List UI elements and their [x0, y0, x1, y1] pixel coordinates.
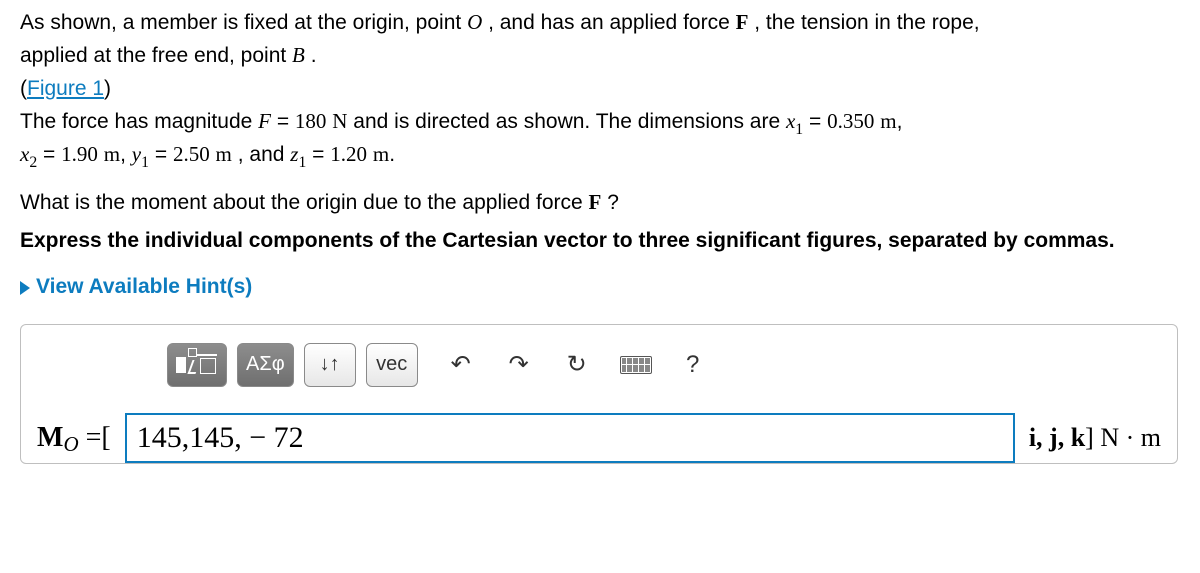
- answer-rhs: i, j, k] N · m: [1029, 420, 1161, 455]
- redo-button[interactable]: ↷: [504, 353, 534, 377]
- x1-value: 0.350: [827, 109, 874, 133]
- unit-m: m: [104, 142, 120, 166]
- close-bracket: ]: [1085, 423, 1100, 452]
- F-value: 180: [295, 109, 327, 133]
- text: applied at the free end, point: [20, 44, 292, 67]
- point-O: O: [467, 10, 482, 34]
- unit-N: N: [332, 109, 347, 133]
- sub-1: 1: [795, 121, 803, 138]
- answer-value: 145,145, − 72: [137, 418, 304, 459]
- sub-2: 2: [29, 154, 37, 171]
- and: , and: [238, 143, 291, 166]
- comma: ,: [897, 110, 903, 133]
- text: What is the moment about the origin due …: [20, 191, 589, 214]
- equals: =: [809, 110, 827, 133]
- undo-button[interactable]: ↶: [446, 353, 476, 377]
- fraction-icon: [176, 357, 186, 373]
- equals: =: [312, 143, 330, 166]
- text: ?: [607, 191, 619, 214]
- answer-input[interactable]: 145,145, − 72: [125, 413, 1015, 463]
- vec-button[interactable]: vec: [366, 343, 418, 387]
- text: and is directed as shown. The dimensions…: [353, 110, 786, 133]
- problem-statement: As shown, a member is fixed at the origi…: [20, 8, 1180, 170]
- M-symbol: M: [37, 422, 63, 453]
- keyboard-icon: [620, 356, 652, 374]
- equals: =: [43, 143, 61, 166]
- x2-value: 1.90: [61, 142, 98, 166]
- y1-value: 2.50: [173, 142, 210, 166]
- period: .: [389, 143, 395, 166]
- greek-label: ΑΣφ: [246, 351, 285, 378]
- text: The force has magnitude: [20, 110, 258, 133]
- answer-row: MO =[ 145,145, − 72 i, j, k] N · m: [37, 413, 1161, 463]
- view-hints-toggle[interactable]: View Available Hint(s): [20, 273, 1180, 301]
- sub-1: 1: [298, 154, 306, 171]
- var-x: x: [786, 109, 795, 133]
- var-F: F: [258, 109, 271, 133]
- equation-toolbar: ΑΣφ ↓↑ vec ↶ ↷ ↻ ?: [167, 343, 1161, 387]
- equals: =: [155, 143, 173, 166]
- sub-1: 1: [141, 154, 149, 171]
- comma: ,: [120, 143, 126, 166]
- equals: =: [277, 110, 295, 133]
- point-B: B: [292, 43, 305, 67]
- question-text: What is the moment about the origin due …: [20, 188, 1180, 217]
- var-x: x: [20, 142, 29, 166]
- text: , and has an applied force: [488, 11, 736, 34]
- help-button[interactable]: ?: [678, 349, 708, 381]
- unit-vectors: i, j, k: [1029, 423, 1085, 452]
- unit-m: m: [373, 142, 389, 166]
- var-y: y: [132, 142, 141, 166]
- templates-button[interactable]: [167, 343, 227, 387]
- reset-button[interactable]: ↻: [562, 353, 592, 377]
- subscript-superscript-button[interactable]: ↓↑: [304, 343, 356, 387]
- text: , the tension in the rope,: [754, 11, 979, 34]
- text: As shown, a member is fixed at the origi…: [20, 11, 467, 34]
- triangle-right-icon: [20, 281, 30, 295]
- unit-m: m: [216, 142, 232, 166]
- subscript-O: O: [63, 432, 78, 456]
- force-F: F: [589, 190, 602, 214]
- hints-label: View Available Hint(s): [36, 273, 252, 301]
- answer-instruction: Express the individual components of the…: [20, 227, 1180, 255]
- unit-m: m: [880, 109, 896, 133]
- equals-bracket: =[: [86, 422, 111, 453]
- force-F: F: [736, 10, 749, 34]
- unit-Nm: N · m: [1100, 423, 1161, 452]
- updown-icon: ↓↑: [320, 351, 340, 378]
- vec-label: vec: [376, 351, 407, 378]
- text: .: [311, 44, 317, 67]
- sqrt-icon: [190, 354, 218, 376]
- answer-lhs: MO =[: [37, 419, 111, 457]
- answer-panel: ΑΣφ ↓↑ vec ↶ ↷ ↻ ?: [20, 324, 1178, 464]
- keyboard-button[interactable]: [620, 356, 650, 374]
- greek-button[interactable]: ΑΣφ: [237, 343, 294, 387]
- z1-value: 1.20: [330, 142, 367, 166]
- figure-link[interactable]: Figure 1: [27, 77, 104, 100]
